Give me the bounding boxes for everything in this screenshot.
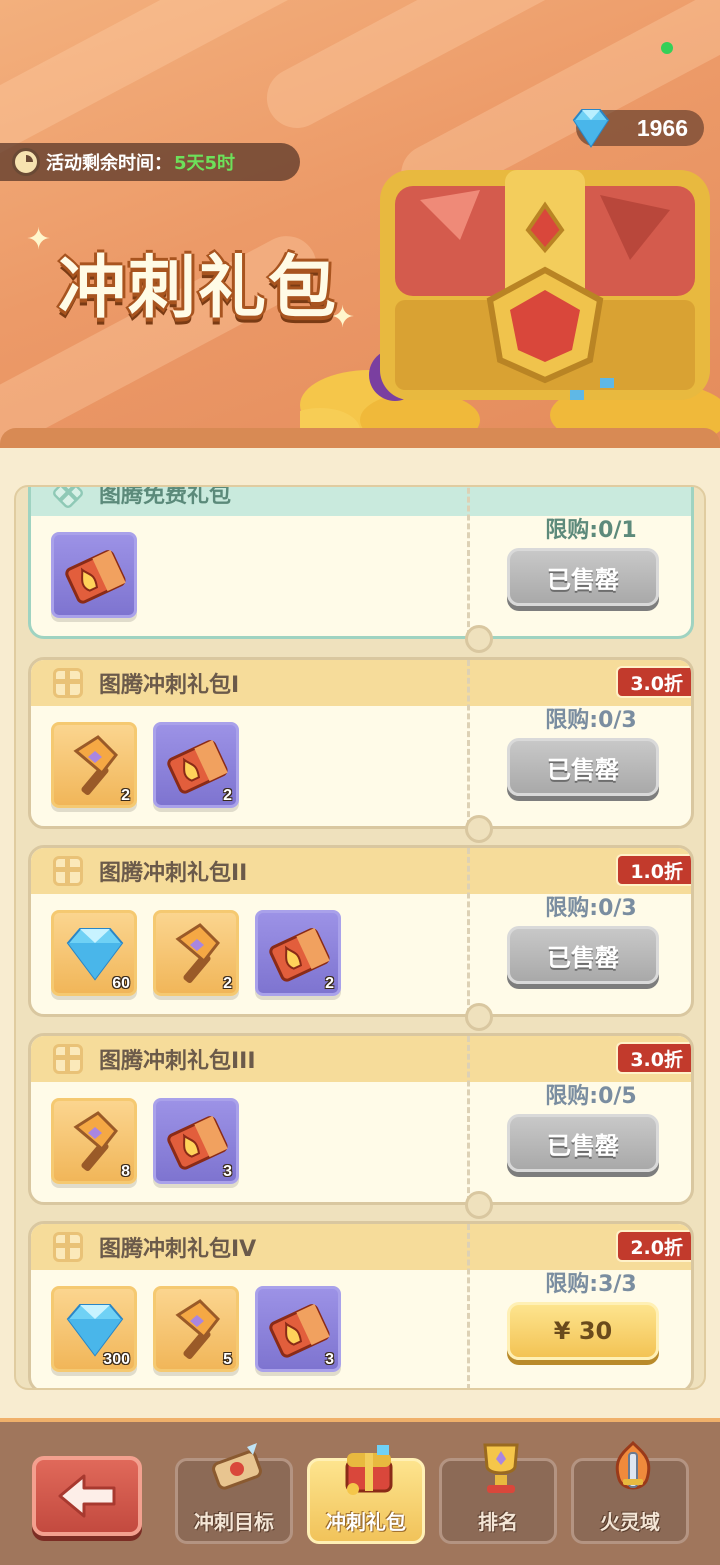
clock-icon — [12, 148, 40, 176]
discount-badge: 3.0折 — [616, 666, 691, 698]
buy-button[interactable]: ¥ 30 — [507, 1302, 659, 1360]
dashed-divider — [467, 848, 470, 1014]
reward-items: 83 — [51, 1098, 239, 1184]
reward-items: 300 5 3 — [51, 1286, 341, 1372]
dashed-divider — [467, 660, 470, 826]
item-quantity: 3 — [223, 1163, 232, 1180]
dashed-divider — [467, 487, 470, 636]
ticket-notch — [465, 1003, 493, 1031]
purchase-limit: 限购:0/3 — [545, 896, 637, 921]
reward-item[interactable] — [51, 532, 137, 618]
discount-badge: 1.0折 — [616, 854, 691, 886]
treasure-chest-icon — [300, 170, 720, 450]
diamond-icon — [572, 109, 610, 148]
item-quantity: 8 — [121, 1163, 130, 1180]
pack-card: 图腾冲刺礼包IV 2.0折 300 5 3 限购:3/3 ¥ 30 — [28, 1221, 694, 1388]
item-quantity: 60 — [112, 975, 130, 992]
reward-items: 60 2 2 — [51, 910, 341, 996]
reward-item[interactable]: 8 — [51, 1098, 137, 1184]
reward-item[interactable]: 2 — [153, 722, 239, 808]
event-banner: ✦ ✦ 冲刺礼包 1966 活动剩余时间： 5天5时 — [0, 0, 720, 450]
bottom-nav: 冲刺目标 冲刺礼包 排名 火灵域 — [0, 1418, 720, 1565]
gift-icon — [53, 1232, 83, 1262]
pack-title: 图腾冲刺礼包IV — [99, 1237, 257, 1262]
pack-header: 图腾冲刺礼包III — [31, 1036, 691, 1082]
timer-value: 5天5时 — [174, 153, 236, 174]
pack-card: 图腾冲刺礼包II 1.0折 60 2 2 限购:0/3 已售罄 — [28, 845, 694, 1017]
pack-card: 图腾冲刺礼包III 3.0折 8 3 限购:0/5 已售罄 — [28, 1033, 694, 1205]
reward-items — [51, 532, 137, 618]
scroll-icon — [207, 1439, 267, 1499]
item-quantity: 3 — [325, 1351, 334, 1368]
sold-out-button[interactable]: 已售罄 — [507, 738, 659, 796]
gift-icon — [53, 856, 83, 886]
purchase-limit: 限购:0/3 — [545, 708, 637, 733]
reward-item[interactable]: 3 — [153, 1098, 239, 1184]
pack-title: 图腾冲刺礼包I — [99, 673, 240, 698]
pack-card: 图腾免费礼包限购:0/1 已售罄 — [28, 485, 694, 639]
status-dot — [661, 42, 673, 54]
tab-label: 冲刺礼包 — [326, 1510, 406, 1534]
trophy-icon — [471, 1439, 531, 1499]
tab-sprint-pack[interactable]: 冲刺礼包 — [307, 1445, 425, 1544]
timer-label: 活动剩余时间： — [46, 153, 172, 174]
tab-label: 火灵域 — [600, 1510, 660, 1534]
page-title: 冲刺礼包 — [58, 249, 339, 328]
reward-item[interactable]: 2 — [255, 910, 341, 996]
tab-label: 排名 — [478, 1510, 518, 1534]
arrow-left-icon — [58, 1474, 116, 1518]
sparkle-icon: ✦ — [26, 222, 52, 257]
item-quantity: 2 — [121, 787, 130, 804]
pack-header: 图腾冲刺礼包I — [31, 660, 691, 706]
discount-badge: 2.0折 — [616, 1230, 691, 1262]
tab-sprint-goal[interactable]: 冲刺目标 — [175, 1443, 293, 1544]
pack-title: 图腾免费礼包 — [99, 485, 232, 508]
pack-card: 图腾冲刺礼包I 3.0折 2 2 限购:0/3 已售罄 — [28, 657, 694, 829]
tab-ranking[interactable]: 排名 — [439, 1443, 557, 1544]
purchase-limit: 限购:3/3 — [545, 1272, 637, 1297]
gem-count: 1966 — [636, 114, 688, 141]
reward-items: 22 — [51, 722, 239, 808]
purchase-limit: 限购:0/5 — [545, 1084, 637, 1109]
event-timer: 活动剩余时间： 5天5时 — [0, 143, 300, 181]
reward-item[interactable]: 2 — [51, 722, 137, 808]
item-quantity: 300 — [103, 1351, 130, 1368]
gift-icon — [51, 487, 85, 510]
pack-title: 图腾冲刺礼包II — [99, 861, 248, 886]
gem-balance: 1966 — [572, 109, 704, 148]
item-quantity: 2 — [223, 975, 232, 992]
dashed-divider — [467, 1036, 470, 1202]
pack-header: 图腾冲刺礼包II — [31, 848, 691, 894]
reward-item[interactable]: 300 — [51, 1286, 137, 1372]
reward-item[interactable]: 5 — [153, 1286, 239, 1372]
dashed-divider — [467, 1224, 470, 1388]
ticket-notch — [465, 1191, 493, 1219]
tab-label: 冲刺目标 — [194, 1510, 274, 1534]
sold-out-button[interactable]: 已售罄 — [507, 1114, 659, 1172]
pack-title: 图腾冲刺礼包III — [99, 1049, 256, 1074]
sold-out-button[interactable]: 已售罄 — [507, 548, 659, 606]
fire-sword-icon — [603, 1439, 663, 1499]
ticket-notch — [465, 625, 493, 653]
reward-item[interactable]: 3 — [255, 1286, 341, 1372]
discount-badge: 3.0折 — [616, 1042, 691, 1074]
pack-list[interactable]: 图腾免费礼包 限购:0/1 已售罄 图腾冲刺礼包I 3.0折 2 2 限购:0/3 已售罄 图腾冲… — [14, 485, 706, 1390]
back-button[interactable] — [32, 1456, 142, 1536]
ticket-notch — [465, 815, 493, 843]
gift-icon — [53, 668, 83, 698]
item-quantity: 2 — [325, 975, 334, 992]
pack-header: 图腾冲刺礼包IV — [31, 1224, 691, 1270]
item-quantity: 2 — [223, 787, 232, 804]
reward-item[interactable]: 60 — [51, 910, 137, 996]
purchase-limit: 限购:0/1 — [545, 518, 637, 543]
item-quantity: 5 — [223, 1351, 232, 1368]
tab-fire-realm[interactable]: 火灵域 — [571, 1440, 689, 1544]
sold-out-button[interactable]: 已售罄 — [507, 926, 659, 984]
reward-item[interactable]: 2 — [153, 910, 239, 996]
treasure-chest-icon — [339, 1439, 399, 1499]
gift-icon — [53, 1044, 83, 1074]
